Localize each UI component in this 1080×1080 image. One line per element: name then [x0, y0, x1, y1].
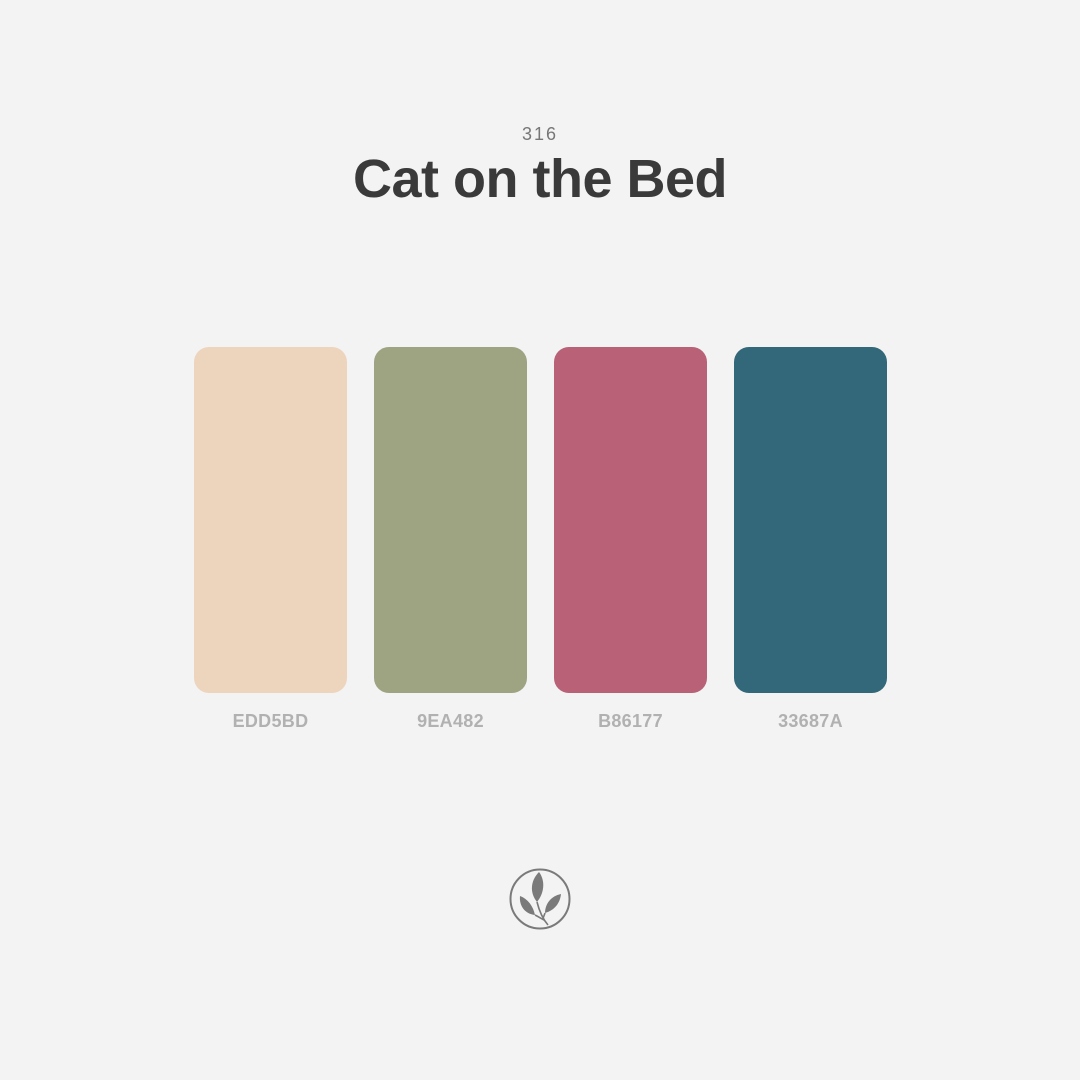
hex-label-4: 33687A: [778, 711, 843, 731]
palette-title: Cat on the Bed: [352, 149, 728, 209]
palette-number: 316: [521, 124, 559, 144]
leaf-sprig-icon: [509, 868, 571, 930]
color-swatch-1[interactable]: [194, 347, 347, 693]
hex-label-2: 9EA482: [417, 711, 484, 731]
hex-label-3: B86177: [598, 711, 663, 731]
color-swatch-2[interactable]: [374, 347, 527, 693]
hex-label-1: EDD5BD: [232, 711, 309, 731]
color-swatch-3[interactable]: [554, 347, 707, 693]
color-swatch-4[interactable]: [734, 347, 887, 693]
